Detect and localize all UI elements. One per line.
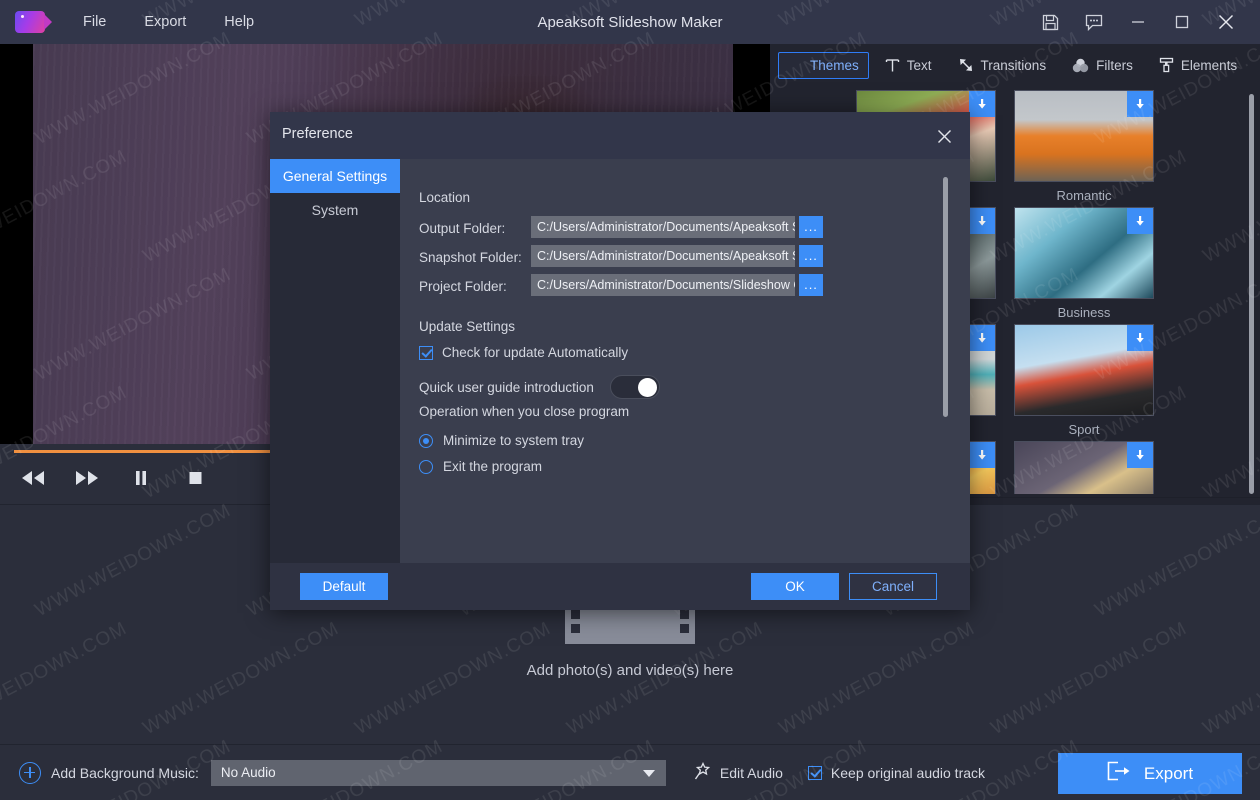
project-folder-label: Project Folder: (419, 279, 507, 294)
preference-dialog: Preference General Settings System Locat… (270, 112, 970, 610)
minimize-to-tray-option[interactable]: Minimize to system tray (419, 433, 584, 448)
dialog-body: Location Output Folder: C:/Users/Adminis… (400, 159, 970, 563)
project-folder-browse-button[interactable]: ... (799, 274, 823, 296)
ok-button[interactable]: OK (751, 573, 839, 600)
check-update-label: Check for update Automatically (442, 345, 629, 360)
dialog-sidebar: General Settings System (270, 159, 400, 563)
minimize-to-tray-radio[interactable] (419, 433, 433, 448)
output-folder-browse-button[interactable]: ... (799, 216, 823, 238)
quick-guide-label: Quick user guide introduction (419, 380, 594, 395)
cancel-button[interactable]: Cancel (849, 573, 937, 600)
snapshot-folder-input[interactable]: C:/Users/Administrator/Documents/Apeakso… (531, 245, 795, 267)
section-title-location: Location (419, 190, 471, 205)
output-folder-label: Output Folder: (419, 221, 506, 236)
dialog-close-icon[interactable] (930, 122, 958, 150)
section-title-close-operation: Operation when you close program (419, 404, 630, 419)
section-title-update-settings: Update Settings (419, 319, 516, 334)
application-window: File Export Help Apeaksoft Slideshow Mak… (0, 0, 1260, 800)
output-folder-input[interactable]: C:/Users/Administrator/Documents/Apeakso… (531, 216, 795, 238)
snapshot-folder-label: Snapshot Folder: (419, 250, 522, 265)
exit-program-radio[interactable] (419, 459, 433, 474)
exit-program-option[interactable]: Exit the program (419, 459, 542, 474)
exit-program-label: Exit the program (443, 459, 543, 474)
dialog-footer: Default OK Cancel (270, 563, 970, 610)
dialog-title-bar: Preference (270, 112, 970, 159)
dialog-scrollbar[interactable] (943, 177, 948, 417)
project-folder-input[interactable]: C:/Users/Administrator/Documents/Slidesh… (531, 274, 795, 296)
default-button[interactable]: Default (300, 573, 388, 600)
dialog-title: Preference (282, 126, 353, 142)
dialog-overlay: Preference General Settings System Locat… (0, 0, 1260, 800)
sidebar-item-system[interactable]: System (270, 193, 400, 227)
check-update-option[interactable]: Check for update Automatically (419, 345, 628, 360)
minimize-to-tray-label: Minimize to system tray (443, 433, 585, 448)
snapshot-folder-browse-button[interactable]: ... (799, 245, 823, 267)
check-update-checkbox[interactable] (419, 345, 433, 360)
quick-guide-toggle[interactable] (610, 375, 660, 399)
sidebar-item-general-settings[interactable]: General Settings (270, 159, 400, 193)
